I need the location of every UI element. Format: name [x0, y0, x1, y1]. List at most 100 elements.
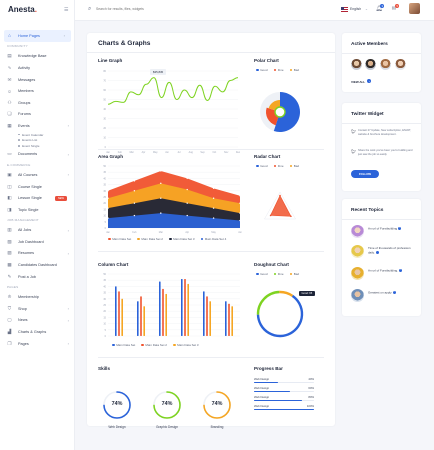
- sidebar-item-all-courses[interactable]: ▣ All Courses ›: [0, 169, 75, 181]
- legend-item[interactable]: Good: [256, 272, 268, 276]
- chevron-down-icon[interactable]: ⌄: [365, 7, 368, 11]
- skills-panel: Skills 74% Web Design 74% Graphic Design 74%…: [98, 366, 243, 429]
- home-icon: ⌂: [8, 33, 11, 39]
- sidebar-item-events[interactable]: ▦ Events ›: [0, 120, 75, 132]
- twitter-widget-card: Twitter Widget 🐦︎ Contact 27 Update, New…: [342, 103, 421, 191]
- sidebar-item-all-jobs[interactable]: ▥ All Jobs ›: [0, 225, 75, 237]
- y-tick-label: 15: [103, 208, 106, 211]
- progress-row: Web Design 60%: [254, 386, 314, 393]
- legend-dot: [168, 237, 172, 241]
- sidebar-item-home-pages[interactable]: ⌂ Home Pages ›: [4, 30, 71, 42]
- us-flag-icon[interactable]: [341, 7, 348, 12]
- sidebar-item-label: Knowledge Base: [18, 54, 47, 59]
- sidebar-item-resumes[interactable]: ▨ Resumes ›: [0, 248, 75, 260]
- legend-item[interactable]: Main Data Set 3: [168, 237, 195, 241]
- radar-point: [269, 214, 272, 217]
- sidebar-item-candidates-dashboard[interactable]: ▩ Candidates Dashboard: [0, 259, 75, 271]
- sidebar-item-label: Documents: [18, 152, 38, 157]
- member-avatar[interactable]: [395, 59, 406, 70]
- skill-label: Branding: [210, 425, 224, 429]
- y-tick-label: 40: [103, 285, 106, 288]
- follow-button[interactable]: FOLLOW: [351, 170, 379, 178]
- chevron-right-icon: ›: [67, 151, 69, 157]
- legend-item[interactable]: Good: [256, 164, 268, 168]
- topic-item[interactable]: An url of Forstbuilding ✓: [351, 225, 415, 239]
- sidebar-item-shop[interactable]: ⛉ Shop ›: [0, 303, 75, 315]
- y-tick-label: 20: [103, 310, 106, 313]
- x-tick-label: Jun: [238, 231, 243, 234]
- legend-dot: [256, 164, 259, 168]
- member-avatar[interactable]: [351, 59, 362, 70]
- menu-toggle-icon[interactable]: ☰: [64, 7, 68, 13]
- topic-text: An url of Forstbuilding. ✓: [368, 268, 403, 273]
- card-divider: [342, 219, 421, 220]
- legend-item[interactable]: Bad: [289, 164, 299, 168]
- view-all-link[interactable]: VIEW ALL: [351, 80, 365, 84]
- member-avatar[interactable]: [380, 59, 391, 70]
- progress-value: 40%: [308, 377, 314, 381]
- sidebar-item-lesson-single[interactable]: ◧ Lesson Single NEW: [0, 192, 75, 204]
- y-tick-label: 30: [103, 118, 106, 121]
- sidebar-item-label: Home Pages: [18, 33, 40, 38]
- legend-item[interactable]: Bad: [289, 68, 299, 72]
- legend-item[interactable]: Fine: [273, 68, 284, 72]
- legend-item[interactable]: Main Data Set: [108, 237, 131, 241]
- line-tooltip: $35,845: [150, 69, 167, 75]
- sidebar-item-membership[interactable]: ♔ Membership: [0, 291, 75, 303]
- language-select[interactable]: English: [350, 7, 361, 11]
- radar-chart-panel: Radar Chart Good Fine Bad: [254, 154, 326, 249]
- legend-item[interactable]: Main Data Set 2: [137, 237, 163, 241]
- skill-percent: 74%: [111, 401, 123, 407]
- top-bar: ⌕ English ⌄ 🔔︎ 3 ✉ 5: [75, 0, 434, 21]
- sidebar-item-topic-single[interactable]: ◨ Topic Single: [0, 204, 75, 216]
- skill-item: 74% Graphic Design: [152, 388, 192, 438]
- search-input[interactable]: [96, 7, 206, 11]
- sidebar-item-pages[interactable]: ❐ Pages ›: [0, 338, 75, 350]
- courses-icon: ▣: [7, 171, 12, 177]
- sidebar-item-charts-graphs[interactable]: ▟ Charts & Graphs: [0, 326, 75, 338]
- column-bar: [225, 301, 227, 336]
- brand-logo[interactable]: Anesta.: [8, 5, 37, 14]
- sidebar-item-post-a-job[interactable]: ✎ Post a Job: [0, 271, 75, 283]
- topic-item[interactable]: Greatest on apply ✓: [351, 289, 415, 303]
- legend-item[interactable]: Fine: [273, 164, 284, 168]
- mail-count: 5: [395, 4, 400, 9]
- legend-item[interactable]: Main Data Set 2: [141, 343, 167, 347]
- legend-item[interactable]: Main Data Set 3: [172, 343, 199, 347]
- sidebar-item-groups[interactable]: ⚇ Groups: [0, 97, 75, 109]
- column-bar: [165, 293, 167, 336]
- arrow-right-icon[interactable]: ›: [367, 78, 372, 84]
- x-tick-label: May: [211, 231, 216, 234]
- sidebar-item-documents[interactable]: ▭ Documents ›: [0, 149, 75, 161]
- area-point: [107, 190, 109, 192]
- sidebar-item-job-dashboard[interactable]: ▧ Job Dashboard: [0, 236, 75, 248]
- legend-item[interactable]: Good: [256, 68, 268, 72]
- sidebar-item-forums[interactable]: ❏ Forums: [0, 109, 75, 121]
- column-bar: [231, 306, 233, 336]
- legend-label: Good: [260, 68, 268, 72]
- legend-item[interactable]: Fine: [273, 272, 284, 276]
- legend-item[interactable]: Main Data Set 4: [200, 237, 226, 241]
- legend-item[interactable]: Bad: [289, 272, 299, 276]
- topic-item[interactable]: Time of thousands of profession daily. ✓: [351, 245, 415, 259]
- sidebar-item-messages[interactable]: ✉ Messages: [0, 74, 75, 86]
- sidebar-item-activity[interactable]: ∿ Activity: [0, 62, 75, 74]
- chevron-right-icon: ›: [67, 172, 69, 178]
- legend-dot: [289, 68, 293, 72]
- sidebar-item-label: Activity: [18, 65, 31, 70]
- sidebar-item-course-single[interactable]: ◫ Course Single: [0, 181, 75, 193]
- topic-item[interactable]: An url of Forstbuilding. ✓: [351, 267, 415, 281]
- legend-item[interactable]: Main Data Set: [112, 343, 135, 347]
- member-avatar[interactable]: [365, 59, 376, 70]
- search-icon[interactable]: ⌕: [88, 6, 91, 13]
- sidebar-item-news[interactable]: ▢ News ›: [0, 315, 75, 327]
- progress-fill: [254, 408, 314, 411]
- doughnut-chart: [256, 290, 304, 338]
- user-avatar[interactable]: [409, 3, 420, 14]
- sidebar-item-members[interactable]: ☺ Members: [0, 85, 75, 97]
- polar-center: [274, 106, 286, 118]
- chevron-right-icon: ›: [67, 227, 69, 233]
- column-bar: [162, 288, 164, 336]
- sidebar-item-knowledge-base[interactable]: ▤ Knowledge Base: [0, 51, 75, 63]
- topic-avatar: [351, 289, 364, 302]
